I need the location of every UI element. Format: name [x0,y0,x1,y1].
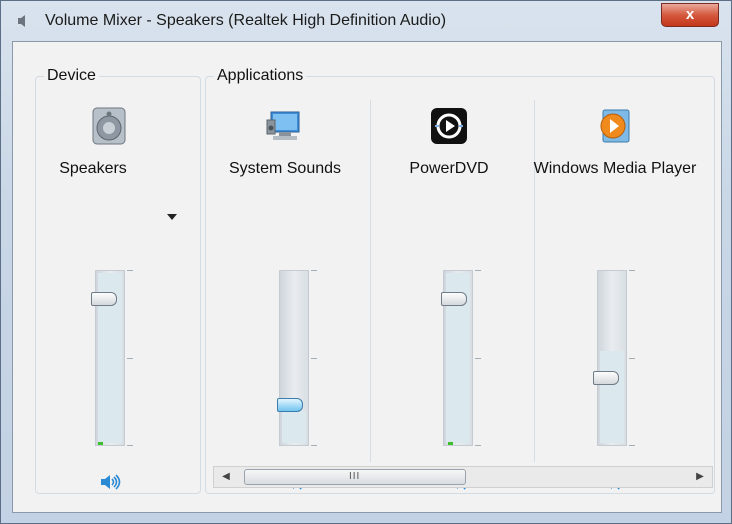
speaker-window-icon [18,15,25,27]
device-column: Speakers [35,92,195,490]
powerdvd-volume-ticks [475,270,481,446]
windows-media-player-volume-thumb[interactable] [593,371,619,385]
app-name-windows-media-player: Windows Media Player [533,160,697,177]
mixer-client-area: Device Speakers Applications System Soun… [12,41,722,513]
app-column-windows-media-player: Windows Media Player [534,92,696,490]
app-column-system-sounds: System Sounds [205,92,365,490]
device-level-meter [98,442,103,445]
device-group-label: Device [44,67,99,85]
horizontal-scroll-thumb[interactable]: III [244,469,466,485]
scroll-grip: III [349,471,361,482]
device-name[interactable]: Speakers [23,157,163,181]
window-title: Volume Mixer - Speakers (Realtek High De… [45,12,447,29]
title-bar[interactable]: Volume Mixer - Speakers (Realtek High De… [1,1,731,41]
powerdvd-volume-thumb[interactable] [441,292,467,306]
windows-media-player-icon [600,109,630,143]
applications-group-label: Applications [214,67,307,85]
system-sounds-volume-ticks [311,270,317,446]
windows-media-player-volume-track[interactable] [597,270,627,446]
system-sounds-icon [266,111,300,140]
app-name-system-sounds: System Sounds [228,160,342,177]
volume-mixer-window: Volume Mixer - Speakers (Realtek High De… [0,0,732,524]
powerdvd-level-meter [448,442,453,445]
scroll-left-arrow-icon[interactable]: ◀ [218,469,234,485]
app-name-powerdvd: PowerDVD [409,160,489,177]
speaker-device-icon [92,107,126,145]
chevron-down-icon[interactable] [167,214,177,220]
scroll-right-arrow-icon[interactable]: ▶ [692,469,708,485]
powerdvd-icon [431,108,467,144]
system-sounds-volume-track[interactable] [279,270,309,446]
device-mute-speaker-icon[interactable] [99,472,123,492]
system-sounds-volume-thumb[interactable] [277,398,303,412]
close-button[interactable]: x [661,3,719,27]
windows-media-player-volume-ticks [629,270,635,446]
app-column-powerdvd: PowerDVD [369,92,529,490]
device-volume-thumb[interactable] [91,292,117,306]
horizontal-scrollbar[interactable]: ◀ III ▶ [213,466,713,488]
device-volume-ticks [127,270,133,446]
